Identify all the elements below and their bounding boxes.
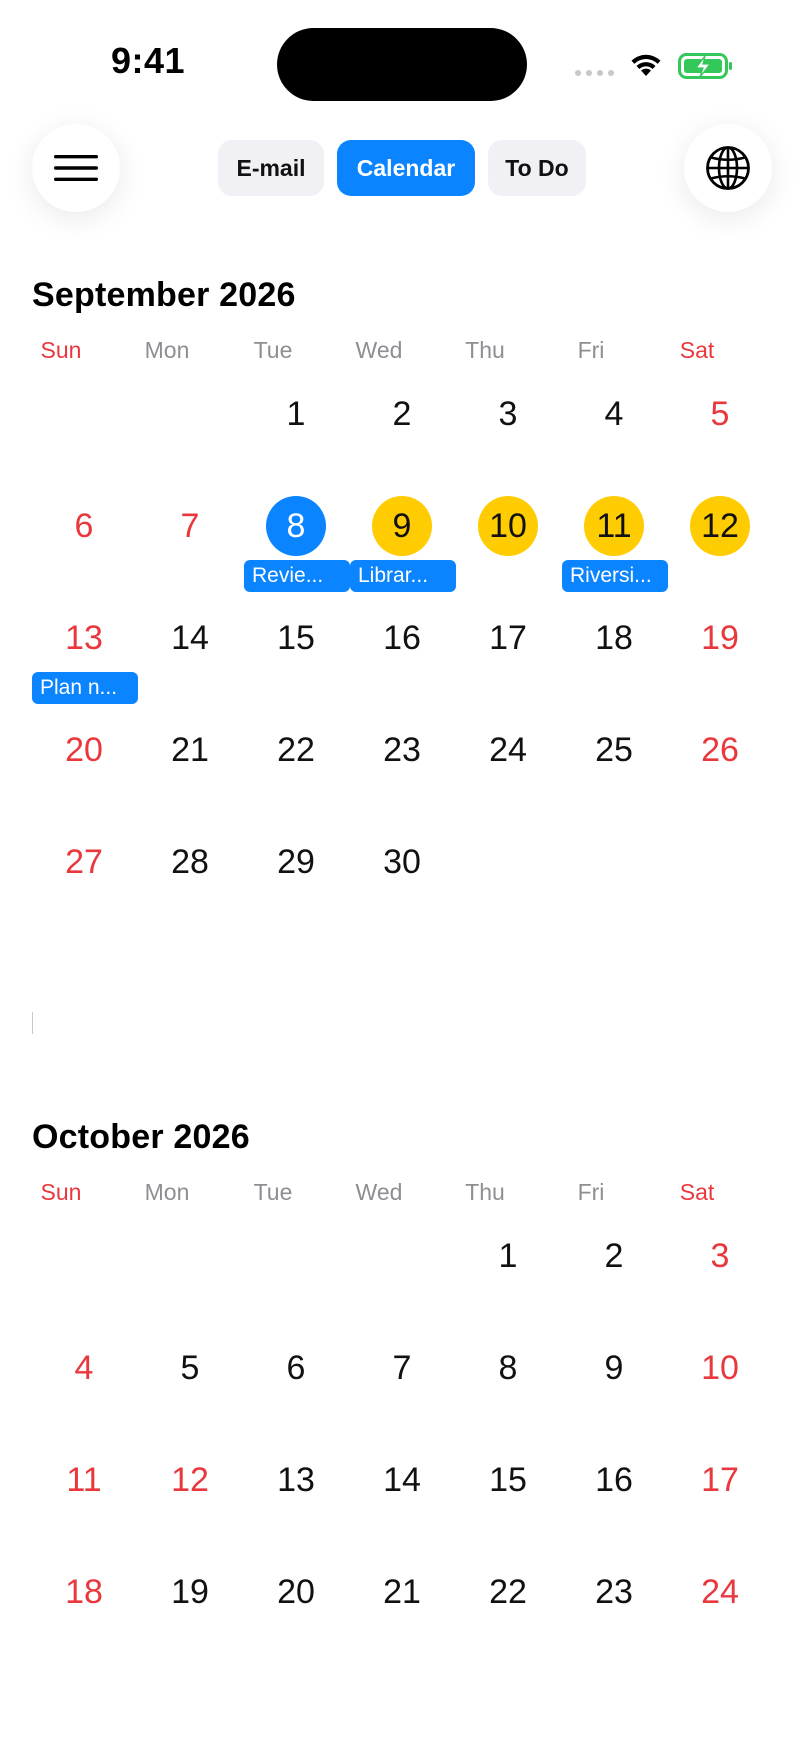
tab-todo[interactable]: To Do	[488, 140, 586, 196]
event-chip[interactable]: Librar...	[350, 560, 456, 592]
weekday-mon: Mon	[144, 337, 190, 363]
calendar-day[interactable]: 27	[54, 832, 114, 892]
calendar-day[interactable]: 14	[160, 608, 220, 668]
calendar-day[interactable]: 4	[54, 1338, 114, 1398]
battery-charging-icon	[678, 53, 732, 79]
calendar-day[interactable]: 6	[54, 496, 114, 556]
event-chip[interactable]: Riversi...	[562, 560, 668, 592]
calendar-day[interactable]: 15	[266, 608, 326, 668]
calendar-day[interactable]: 7	[160, 496, 220, 556]
calendar-day[interactable]: 25	[584, 720, 644, 780]
calendar-day[interactable]: 6	[266, 1338, 326, 1398]
calendar-day[interactable]: 12	[160, 1450, 220, 1510]
calendar-day[interactable]: 23	[372, 720, 432, 780]
calendar-day[interactable]: 9	[372, 496, 432, 556]
calendar-day[interactable]: 17	[478, 608, 538, 668]
dynamic-island	[277, 28, 527, 101]
calendar-day[interactable]: 23	[584, 1562, 644, 1622]
calendar-day[interactable]: 22	[266, 720, 326, 780]
calendar-day[interactable]: 10	[478, 496, 538, 556]
calendar-day[interactable]: 30	[372, 832, 432, 892]
weekday-wed: Wed	[355, 1179, 403, 1205]
text-cursor	[32, 1012, 33, 1034]
calendar-day[interactable]: 29	[266, 832, 326, 892]
calendar-day[interactable]: 11	[584, 496, 644, 556]
calendar-day[interactable]: 20	[266, 1562, 326, 1622]
weekday-fri: Fri	[577, 1179, 605, 1205]
event-chip[interactable]: Plan n...	[32, 672, 138, 704]
calendar-day[interactable]: 1	[478, 1226, 538, 1286]
calendar-day[interactable]: 8	[266, 496, 326, 556]
calendar-day[interactable]: 2	[372, 384, 432, 444]
calendar-day[interactable]: 19	[160, 1562, 220, 1622]
month-title: October 2026	[32, 1118, 250, 1156]
weekday-thu: Thu	[465, 1179, 505, 1205]
language-button[interactable]	[684, 124, 772, 212]
calendar-day[interactable]: 4	[584, 384, 644, 444]
hamburger-menu-icon	[54, 155, 98, 181]
calendar-day[interactable]: 19	[690, 608, 750, 668]
tab-email[interactable]: E-mail	[218, 140, 324, 196]
month-title: September 2026	[32, 276, 296, 314]
calendar-day[interactable]: 10	[690, 1338, 750, 1398]
weekday-sun: Sun	[40, 337, 82, 363]
calendar-day[interactable]: 22	[478, 1562, 538, 1622]
calendar-day[interactable]: 5	[160, 1338, 220, 1398]
calendar-day[interactable]: 12	[690, 496, 750, 556]
cellular-signal-icon	[575, 70, 614, 76]
calendar-day[interactable]: 24	[478, 720, 538, 780]
wifi-icon	[631, 54, 661, 76]
event-chip[interactable]: Revie...	[244, 560, 350, 592]
calendar-day[interactable]: 5	[690, 384, 750, 444]
status-time: 9:41	[110, 40, 186, 81]
calendar-day[interactable]: 24	[690, 1562, 750, 1622]
weekday-sat: Sat	[679, 1179, 715, 1205]
menu-button[interactable]	[32, 124, 120, 212]
calendar-day[interactable]: 13	[266, 1450, 326, 1510]
calendar-day[interactable]: 7	[372, 1338, 432, 1398]
calendar-day[interactable]: 20	[54, 720, 114, 780]
calendar-day[interactable]: 21	[160, 720, 220, 780]
calendar-day[interactable]: 13	[54, 608, 114, 668]
calendar-day[interactable]: 28	[160, 832, 220, 892]
globe-icon	[706, 146, 750, 190]
calendar-day[interactable]: 18	[54, 1562, 114, 1622]
calendar-day[interactable]: 15	[478, 1450, 538, 1510]
weekday-wed: Wed	[355, 337, 403, 363]
weekday-sun: Sun	[40, 1179, 82, 1205]
weekday-tue: Tue	[253, 1179, 293, 1205]
calendar-day[interactable]: 21	[372, 1562, 432, 1622]
weekday-mon: Mon	[144, 1179, 190, 1205]
weekday-thu: Thu	[465, 337, 505, 363]
calendar-day[interactable]: 17	[690, 1450, 750, 1510]
calendar-day[interactable]: 2	[584, 1226, 644, 1286]
tab-calendar[interactable]: Calendar	[337, 140, 475, 196]
calendar-day[interactable]: 14	[372, 1450, 432, 1510]
calendar-day[interactable]: 11	[54, 1450, 114, 1510]
calendar-day[interactable]: 3	[478, 384, 538, 444]
calendar-day[interactable]: 18	[584, 608, 644, 668]
calendar-day[interactable]: 16	[584, 1450, 644, 1510]
calendar-day[interactable]: 1	[266, 384, 326, 444]
weekday-fri: Fri	[577, 337, 605, 363]
calendar-day[interactable]: 26	[690, 720, 750, 780]
calendar-day[interactable]: 16	[372, 608, 432, 668]
weekday-sat: Sat	[679, 337, 715, 363]
weekday-tue: Tue	[253, 337, 293, 363]
calendar-day[interactable]: 9	[584, 1338, 644, 1398]
calendar-day[interactable]: 3	[690, 1226, 750, 1286]
calendar-day[interactable]: 8	[478, 1338, 538, 1398]
